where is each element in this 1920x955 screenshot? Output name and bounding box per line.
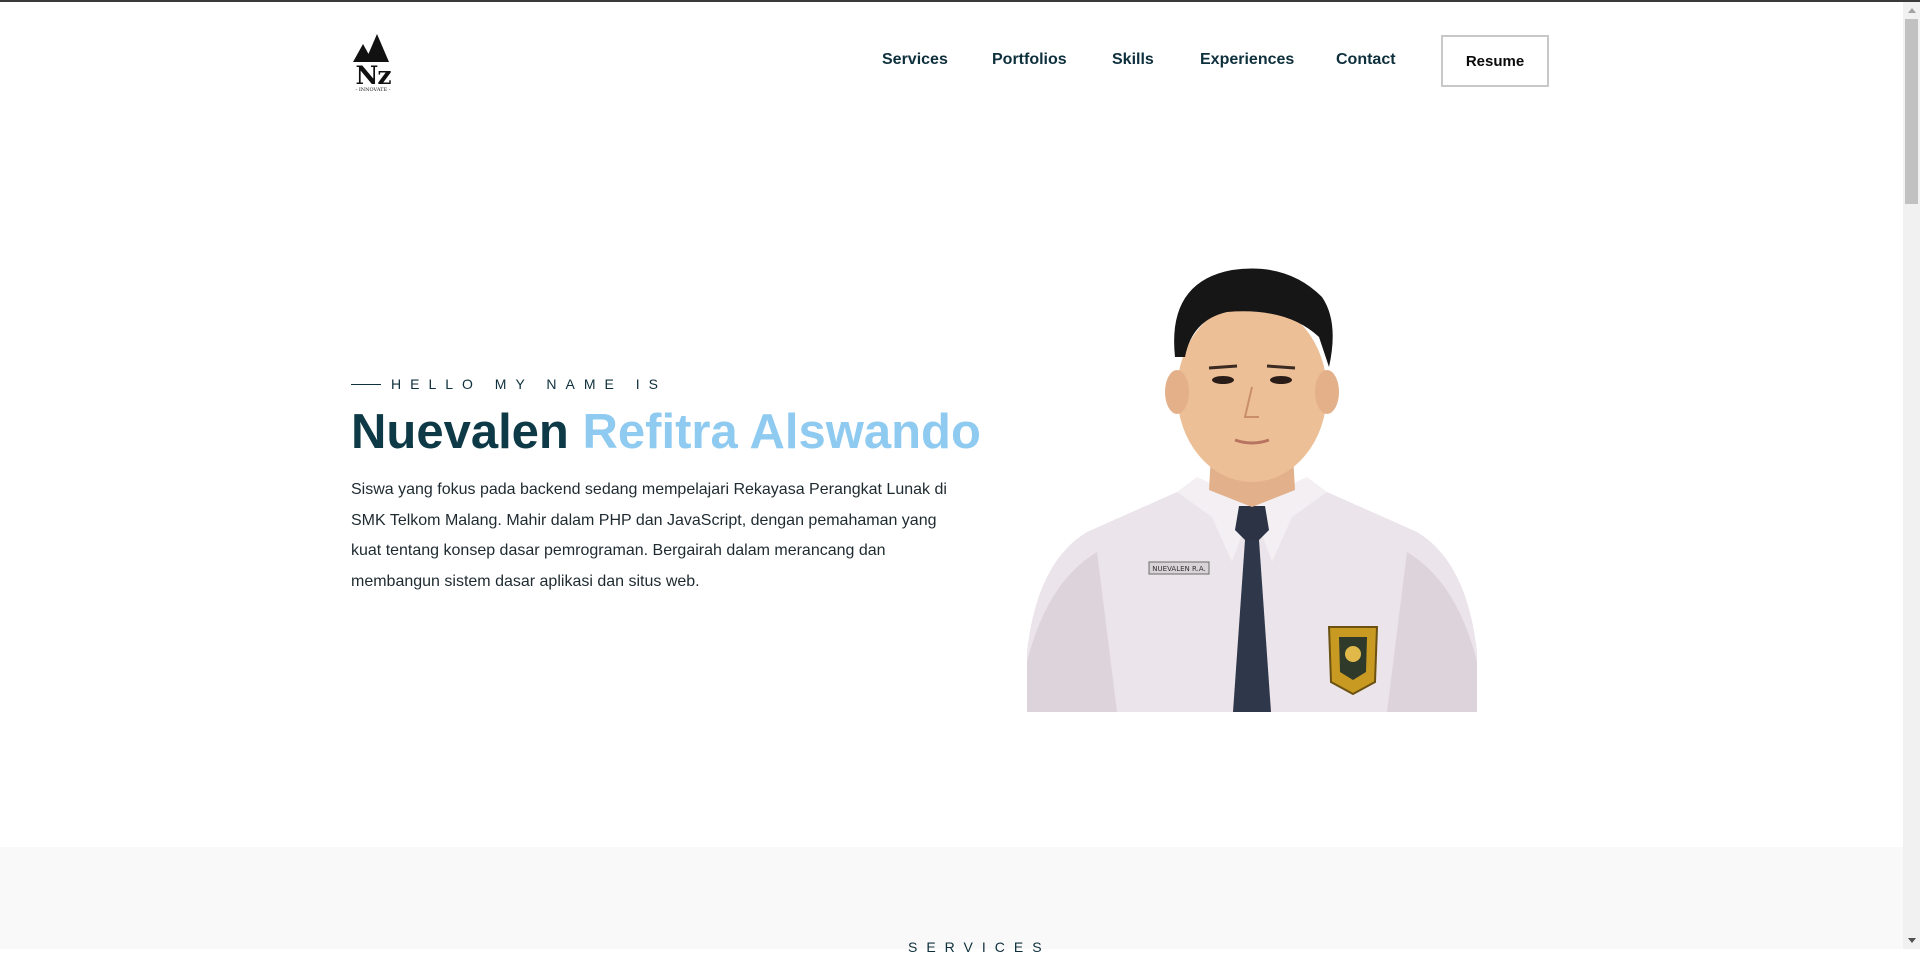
nav-link-contact[interactable]: Contact [1336,51,1396,69]
page-scrollbar[interactable] [1903,2,1920,949]
mountain-logo-icon [353,34,389,62]
name-rest: Refitra Alswando [582,405,981,459]
scroll-up-arrow-icon[interactable] [1903,2,1920,19]
portrait-nametag: NUEVALEN R.A. [1152,565,1205,573]
scroll-down-arrow-icon[interactable] [1903,932,1920,949]
top-border [0,0,1920,2]
name-first: Nuevalen [351,405,569,459]
profile-photo-illustration: NUEVALEN R.A. [1027,268,1477,712]
nav-link-skills[interactable]: Skills [1112,51,1154,69]
services-section: SERVICES [0,847,1903,955]
hero-name: Nuevalen Refitra Alswando [351,404,981,460]
profile-photo: NUEVALEN R.A. [1027,262,1477,712]
logo-text: Nz [355,61,391,90]
eyebrow-line [351,383,381,385]
scroll-thumb[interactable] [1905,19,1918,204]
logo-tagline: - INNOVATE - [355,87,391,93]
nav-link-portfolios[interactable]: Portfolios [992,51,1067,69]
nav-link-experiences[interactable]: Experiences [1200,51,1294,69]
eyebrow-text: HELLO MY NAME IS [391,376,668,392]
hero-bio: Siswa yang fokus pada backend sedang mem… [351,481,947,590]
resume-button[interactable]: Resume [1441,35,1549,87]
hero-eyebrow: HELLO MY NAME IS [351,376,667,392]
site-logo[interactable]: Nz - INNOVATE - [351,34,395,96]
nav-link-services[interactable]: Services [882,51,948,69]
services-heading: SERVICES [908,939,1051,955]
